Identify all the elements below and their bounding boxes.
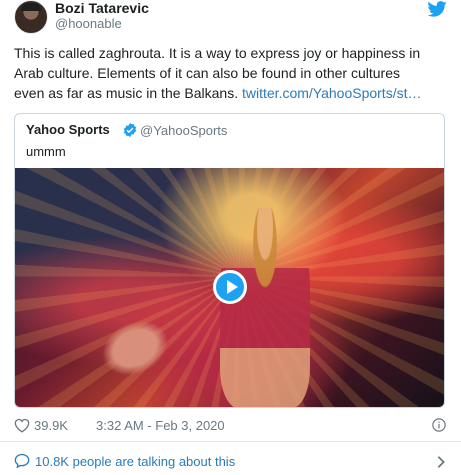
quoted-tweet-text: ummm (26, 144, 66, 159)
quoted-tweet-link[interactable]: twitter.com/YahooSports/st… (242, 85, 421, 101)
tweet-text-line-1: This is called zaghrouta. It is a way to… (14, 45, 421, 61)
author-handle[interactable]: @hoonable (55, 16, 122, 31)
speech-bubble-icon (14, 453, 30, 468)
video-thumbnail[interactable] (15, 168, 444, 407)
divider (0, 441, 461, 442)
heart-icon[interactable] (14, 418, 30, 433)
play-icon[interactable] (213, 270, 247, 304)
chevron-right-icon[interactable] (436, 455, 446, 469)
raised-hand (86, 303, 184, 393)
quoted-author-handle[interactable]: @YahooSports (140, 123, 227, 138)
avatar[interactable] (14, 0, 48, 34)
quoted-author-name[interactable]: Yahoo Sports (26, 122, 110, 137)
twitter-bird-icon[interactable] (427, 1, 447, 17)
verified-badge-icon (123, 123, 137, 137)
like-count[interactable]: 39.9K (34, 418, 68, 433)
tweet-text: This is called zaghrouta. It is a way to… (14, 43, 444, 103)
timestamp[interactable]: 3:32 AM - Feb 3, 2020 (96, 418, 225, 433)
author-name[interactable]: Bozi Tatarevic (55, 0, 149, 16)
tweet-text-line-2: Arab culture. Elements of it can also be… (14, 65, 400, 81)
tweet-text-line-3: even as far as music in the Balkans. (14, 85, 242, 101)
quoted-tweet[interactable]: Yahoo Sports @YahooSports ummm (14, 113, 445, 408)
conversation-label[interactable]: 10.8K people are talking about this (35, 454, 235, 469)
performer-figure (220, 208, 310, 407)
info-icon[interactable] (432, 418, 446, 432)
embedded-tweet-card: Bozi Tatarevic @hoonable This is called … (0, 0, 461, 475)
